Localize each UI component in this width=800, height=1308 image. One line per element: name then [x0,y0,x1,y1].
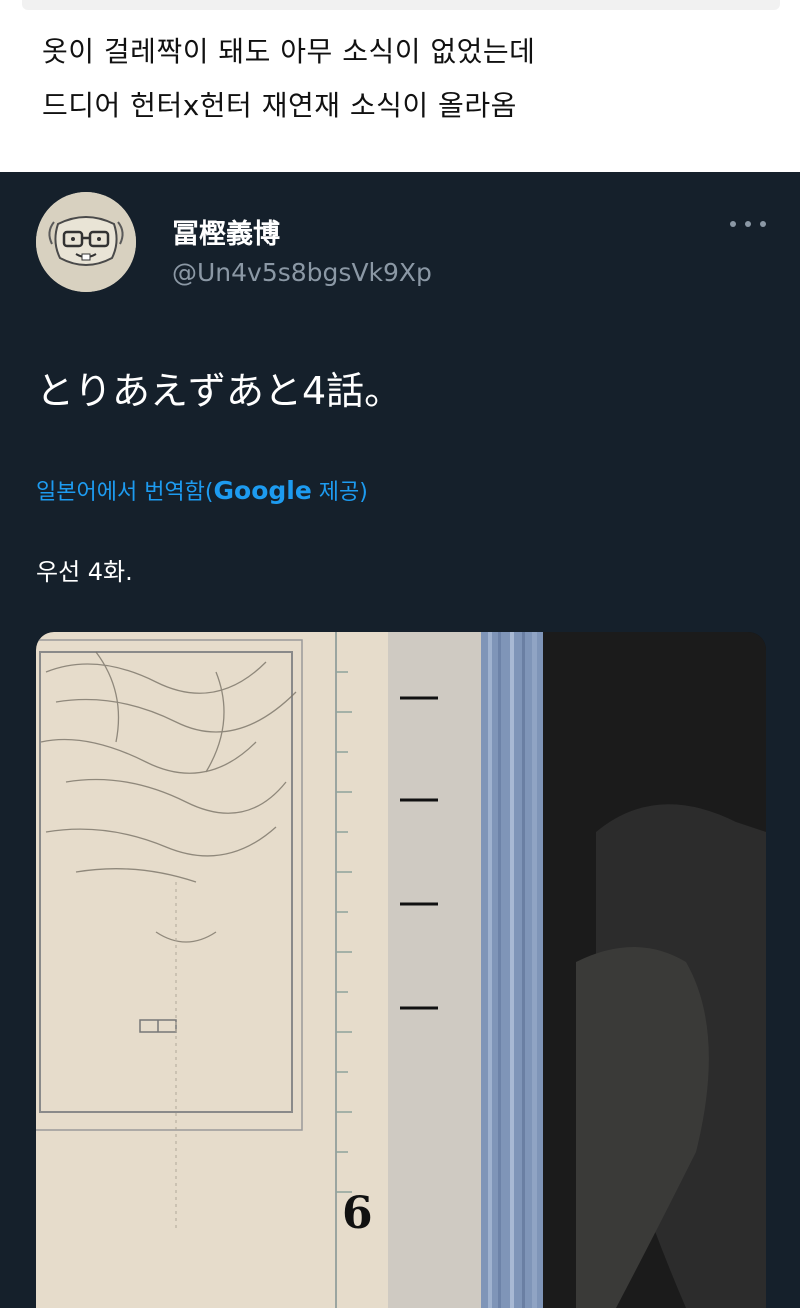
tweet-text: とりあえずあと4話。 [36,369,403,413]
top-divider [22,0,780,10]
author-handle[interactable]: @Un4v5s8bgsVk9Xp [172,258,432,287]
google-wordmark: Google [213,476,312,505]
avatar[interactable] [36,192,136,292]
manuscript-photo: 6 [36,632,766,1308]
translated-text: 우선 4화. [36,558,133,586]
translation-suffix: 제공) [311,480,368,505]
page-number-label: 6 [342,1188,373,1239]
author-name[interactable]: 冨樫義博 [172,212,280,251]
translation-link[interactable]: 일본어에서 번역함(Google 제공) [36,474,368,506]
avatar-face-icon [36,192,136,292]
tweet-media-image[interactable]: 6 [36,632,766,1308]
dot-icon [745,221,751,227]
tweet-card[interactable]: 冨樫義博 @Un4v5s8bgsVk9Xp とりあえずあと4話。 일본어에서 번… [0,172,800,1308]
dot-icon [730,221,736,227]
translation-label: 일본어에서 번역함( [36,480,214,505]
more-options-icon[interactable] [730,214,766,234]
caption-line-1: 옷이 걸레짝이 돼도 아무 소식이 없었는데 [42,35,536,68]
dot-icon [760,221,766,227]
caption-line-2: 드디어 헌터x헌터 재연재 소식이 올라옴 [42,89,517,122]
caption-area: 옷이 걸레짝이 돼도 아무 소식이 없었는데 드디어 헌터x헌터 재연재 소식이… [0,0,800,172]
